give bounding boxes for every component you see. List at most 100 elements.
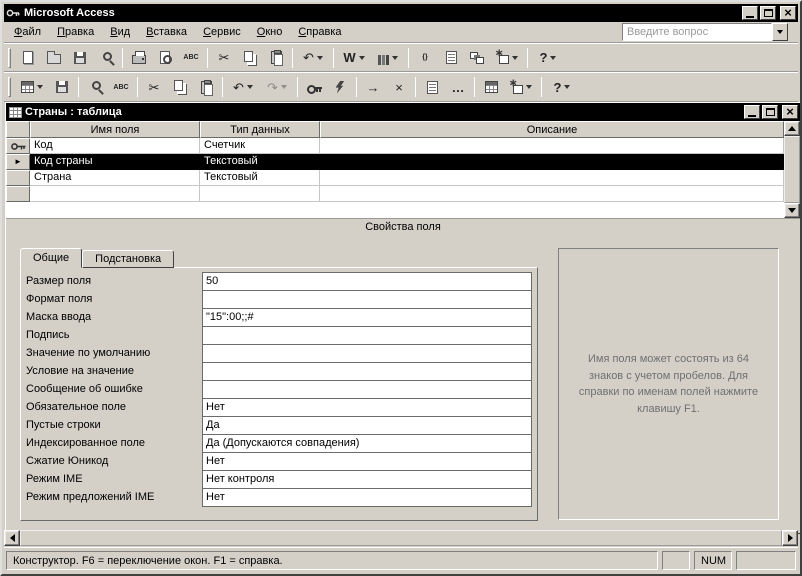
- property-value-field[interactable]: Да (Допускаются совпадения): [202, 434, 532, 453]
- office-links-button[interactable]: W: [338, 46, 370, 70]
- toolbar-grip[interactable]: [8, 77, 11, 97]
- primary-key-row-selector[interactable]: [6, 138, 30, 154]
- property-value-field[interactable]: [202, 344, 532, 363]
- current-row-selector[interactable]: ►: [6, 154, 30, 170]
- menu-item-1[interactable]: Файл: [6, 23, 49, 41]
- field-name-cell[interactable]: Код: [30, 138, 200, 154]
- property-value-field[interactable]: Нет: [202, 452, 532, 471]
- new-object-button[interactable]: [491, 46, 523, 70]
- menu-item-2[interactable]: Правка: [49, 23, 102, 41]
- description-cell[interactable]: [320, 138, 784, 154]
- view-datasheet-button[interactable]: [16, 75, 48, 99]
- column-header-data-type[interactable]: Тип данных: [200, 121, 320, 138]
- new-object-button[interactable]: [505, 75, 537, 99]
- property-value-field[interactable]: Да: [202, 416, 532, 435]
- description-cell[interactable]: [320, 186, 784, 202]
- property-value-field[interactable]: "15":00;;#: [202, 308, 532, 327]
- cut-button[interactable]: ✂: [212, 46, 236, 70]
- open-folder-button[interactable]: [42, 46, 66, 70]
- menu-item-6[interactable]: Окно: [249, 23, 291, 41]
- primary-key-icon: [306, 84, 322, 94]
- menu-item-7[interactable]: Справка: [290, 23, 349, 41]
- menu-item-3[interactable]: Вид: [102, 23, 138, 41]
- property-value-field[interactable]: Нет контроля: [202, 470, 532, 489]
- database-window-button[interactable]: [479, 75, 503, 99]
- save-floppy-button[interactable]: [50, 75, 74, 99]
- vertical-scrollbar-thumb[interactable]: [784, 136, 800, 203]
- data-type-cell[interactable]: [200, 186, 320, 202]
- spelling-button[interactable]: ABC: [179, 46, 203, 70]
- field-name-cell[interactable]: Код страны: [30, 154, 200, 170]
- new-page-button[interactable]: [16, 46, 40, 70]
- property-value-field[interactable]: [202, 326, 532, 345]
- property-value-field[interactable]: Нет: [202, 488, 532, 507]
- description-cell[interactable]: [320, 170, 784, 186]
- property-value-field[interactable]: 50: [202, 272, 532, 291]
- copy-icon: [173, 80, 183, 91]
- analyze-button[interactable]: [372, 46, 404, 70]
- scroll-left-button[interactable]: [4, 530, 20, 546]
- column-header-description[interactable]: Описание: [320, 121, 784, 138]
- scroll-right-button[interactable]: [782, 530, 798, 546]
- save-floppy-button[interactable]: [68, 46, 92, 70]
- minimize-button[interactable]: [742, 6, 758, 20]
- paste-button[interactable]: [264, 46, 288, 70]
- column-header-field-name[interactable]: Имя поля: [30, 121, 200, 138]
- row-selector[interactable]: [6, 186, 30, 202]
- cut-button[interactable]: ✂: [142, 75, 166, 99]
- primary-key-button[interactable]: [302, 75, 326, 99]
- scroll-down-button[interactable]: [784, 203, 800, 218]
- tab-general[interactable]: Общие: [20, 248, 83, 268]
- builder-button[interactable]: …: [446, 75, 470, 99]
- maximize-button[interactable]: [760, 6, 776, 20]
- insert-rows-button[interactable]: →: [361, 75, 385, 99]
- properties-button[interactable]: [420, 75, 444, 99]
- print-preview-button[interactable]: [153, 46, 177, 70]
- menu-item-5[interactable]: Сервис: [195, 23, 249, 41]
- row-selector[interactable]: [6, 170, 30, 186]
- property-value-field[interactable]: [202, 362, 532, 381]
- indexes-button[interactable]: [328, 75, 352, 99]
- field-name-cell[interactable]: [30, 186, 200, 202]
- property-value-field[interactable]: [202, 380, 532, 399]
- properties-button[interactable]: [439, 46, 463, 70]
- doc-close-button[interactable]: ×: [782, 105, 798, 119]
- title-bar[interactable]: Microsoft Access ×: [4, 4, 798, 22]
- property-value-field[interactable]: Нет: [202, 398, 532, 417]
- copy-button[interactable]: [168, 75, 192, 99]
- grid-vertical-scrollbar[interactable]: [784, 121, 800, 218]
- grid-corner[interactable]: [6, 121, 30, 138]
- menu-item-4[interactable]: Вставка: [138, 23, 195, 41]
- doc-minimize-button[interactable]: [744, 105, 760, 119]
- relationships-button[interactable]: [465, 46, 489, 70]
- file-search-button[interactable]: [94, 46, 118, 70]
- close-button[interactable]: ×: [780, 6, 796, 20]
- help-button[interactable]: ?: [546, 75, 578, 99]
- toolbar-grip[interactable]: [8, 47, 11, 68]
- delete-rows-button[interactable]: ×: [387, 75, 411, 99]
- help-button[interactable]: ?: [532, 46, 564, 70]
- tab-lookup[interactable]: Подстановка: [82, 250, 175, 268]
- undo-button[interactable]: ↶: [227, 75, 259, 99]
- question-input[interactable]: [622, 23, 772, 41]
- horizontal-scrollbar[interactable]: [4, 530, 798, 546]
- property-value-field[interactable]: [202, 290, 532, 309]
- print-button[interactable]: [127, 46, 151, 70]
- field-name-cell[interactable]: Страна: [30, 170, 200, 186]
- description-cell[interactable]: [320, 154, 784, 170]
- question-dropdown-button[interactable]: [772, 23, 788, 41]
- redo-button[interactable]: ↷: [261, 75, 293, 99]
- document-title-bar[interactable]: Страны : таблица ×: [6, 103, 800, 121]
- horizontal-scrollbar-thumb[interactable]: [20, 530, 782, 546]
- data-type-cell[interactable]: Текстовый: [200, 154, 320, 170]
- data-type-cell[interactable]: Текстовый: [200, 170, 320, 186]
- undo-button[interactable]: ↶: [297, 46, 329, 70]
- code-button[interactable]: {}: [413, 46, 437, 70]
- data-type-cell[interactable]: Счетчик: [200, 138, 320, 154]
- copy-button[interactable]: [238, 46, 262, 70]
- scroll-up-button[interactable]: [784, 121, 800, 136]
- file-search-button[interactable]: [83, 75, 107, 99]
- doc-restore-button[interactable]: [762, 105, 778, 119]
- paste-button[interactable]: [194, 75, 218, 99]
- spelling-button[interactable]: ABC: [109, 75, 133, 99]
